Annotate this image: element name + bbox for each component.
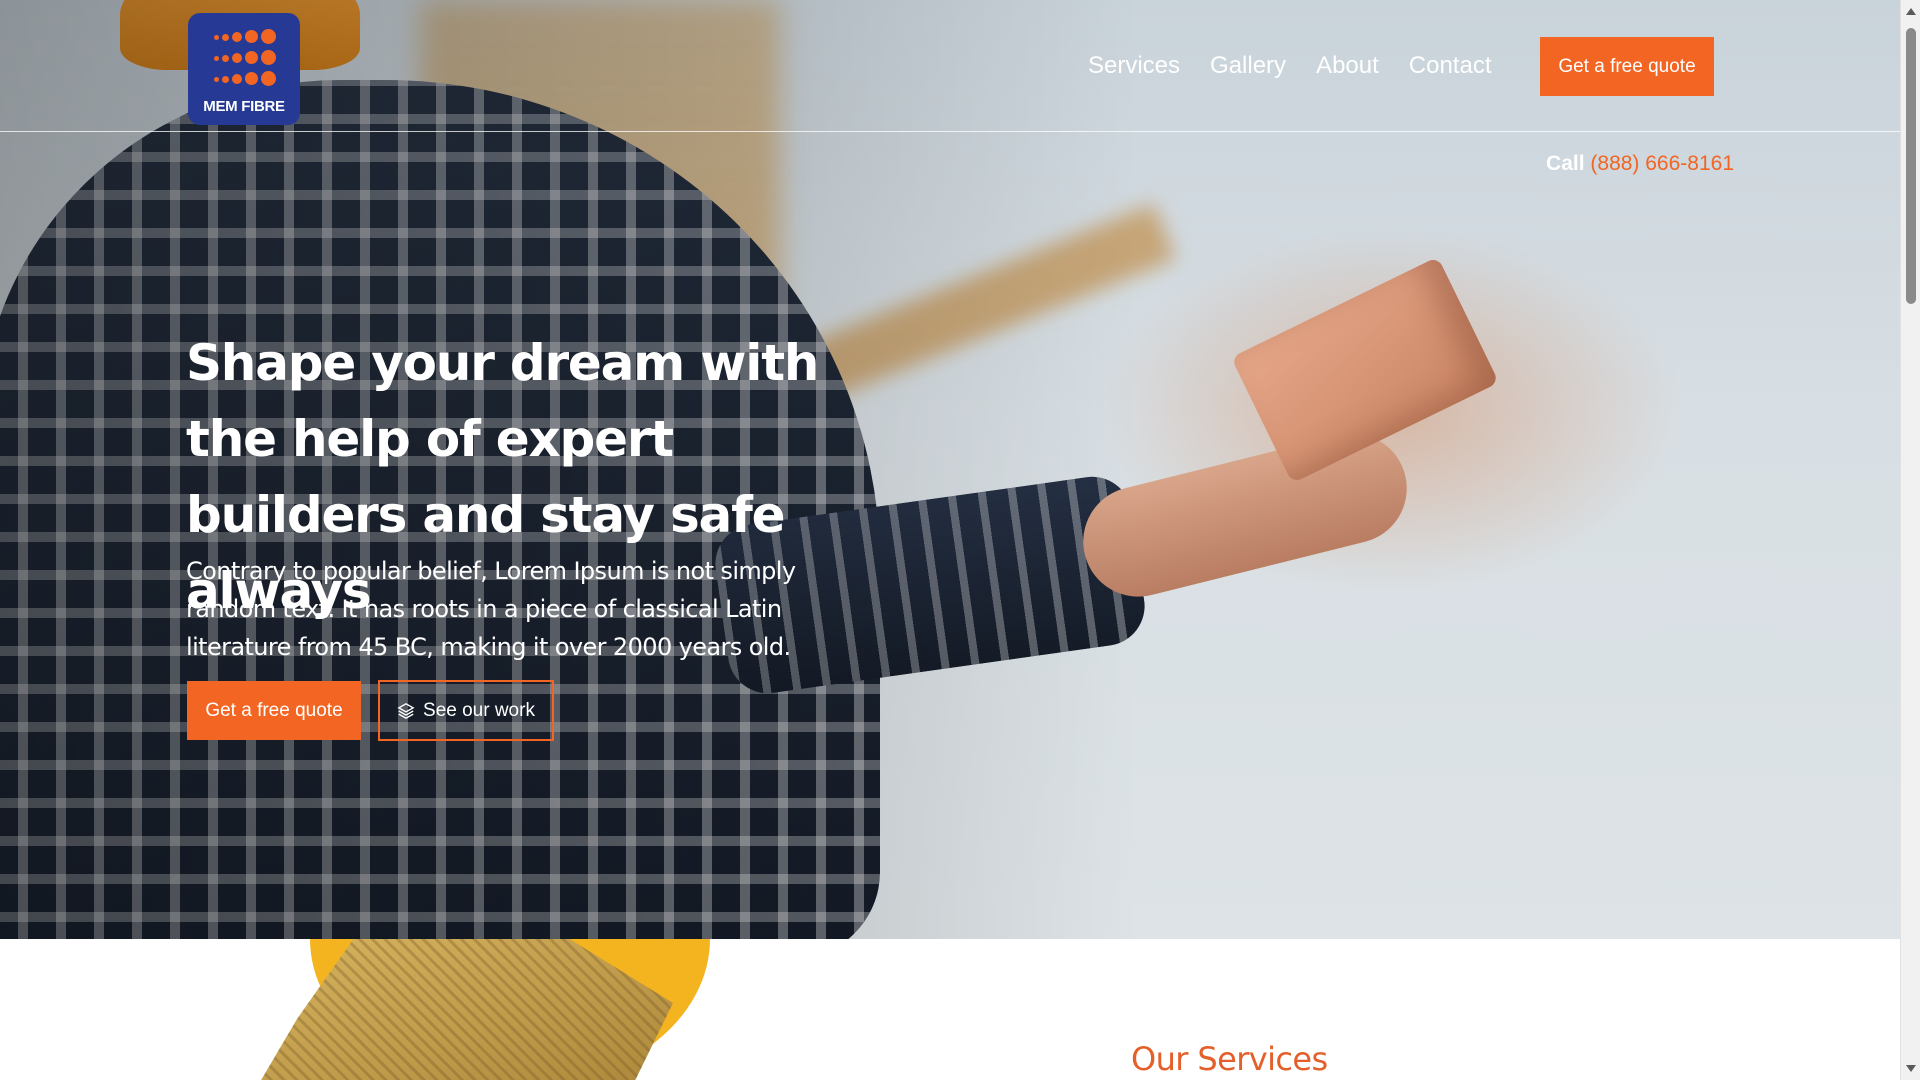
brand-logo[interactable]: MEM FIBRE	[188, 13, 300, 125]
phone-link[interactable]: (888) 666-8161	[1590, 152, 1734, 175]
main-nav: Services Gallery About Contact	[1088, 50, 1492, 82]
services-image	[250, 939, 750, 1080]
scroll-up-arrow-icon[interactable]	[1906, 8, 1916, 15]
header-get-quote-button[interactable]: Get a free quote	[1540, 37, 1714, 96]
scrollbar-thumb[interactable]	[1906, 28, 1916, 304]
hero-section: Shape your dream with the help of expert…	[0, 0, 1900, 939]
call-label: Call	[1546, 152, 1585, 175]
layers-icon	[397, 702, 415, 719]
nav-contact[interactable]: Contact	[1409, 50, 1492, 82]
see-our-work-label: See our work	[423, 699, 535, 721]
call-info: Call (888) 666-8161	[1546, 152, 1734, 176]
nav-services[interactable]: Services	[1088, 50, 1180, 82]
page-scrollbar[interactable]	[1900, 0, 1920, 1080]
hero-get-quote-button[interactable]: Get a free quote	[187, 681, 361, 740]
services-heading: Our Services	[1131, 1040, 1328, 1078]
dot-grid-logo-icon	[212, 29, 276, 89]
brand-name: MEM FIBRE	[203, 98, 285, 115]
scroll-down-arrow-icon[interactable]	[1906, 1065, 1916, 1072]
hero-description: Contrary to popular belief, Lorem Ipsum …	[186, 557, 796, 661]
see-our-work-button[interactable]: See our work	[378, 680, 554, 741]
nav-gallery[interactable]: Gallery	[1210, 50, 1286, 82]
nav-about[interactable]: About	[1316, 50, 1379, 82]
site-header: MEM FIBRE Services Gallery About Contact…	[0, 0, 1900, 132]
